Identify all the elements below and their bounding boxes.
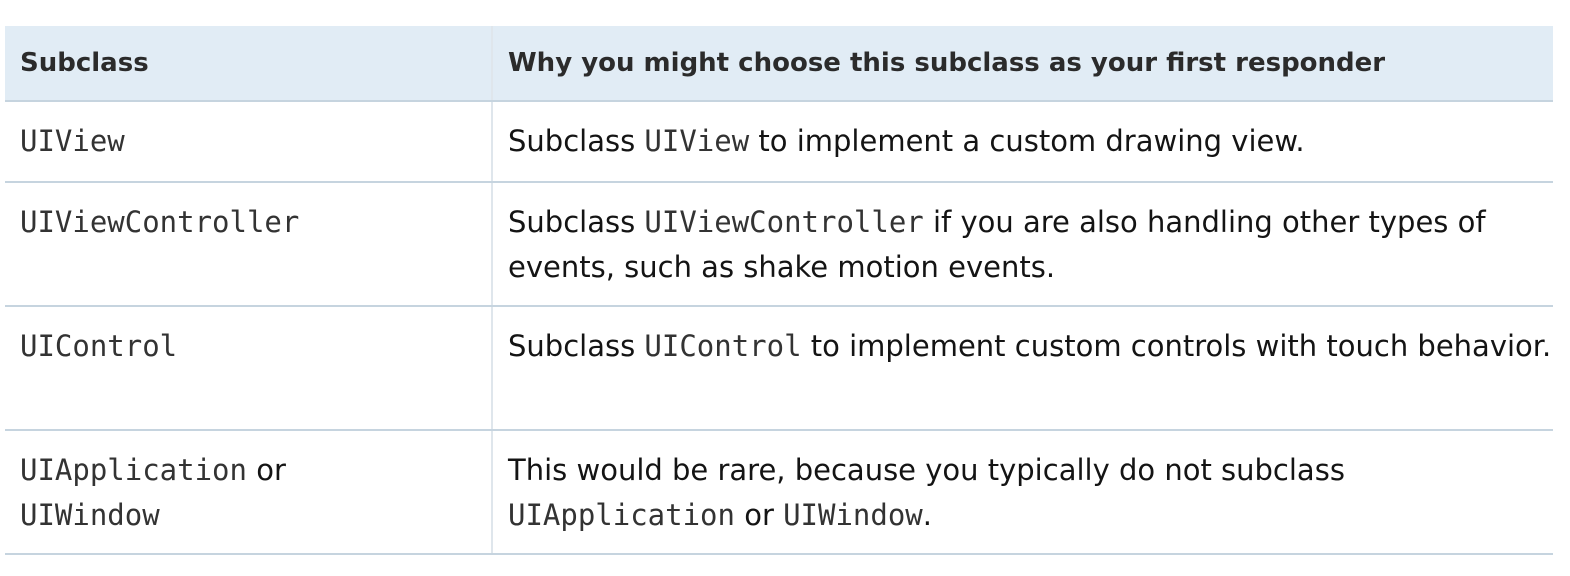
cell-subclass: UIViewController	[5, 182, 492, 307]
cell-why: Subclass UIControl to implement custom c…	[491, 306, 1553, 431]
why-text: .	[922, 498, 932, 532]
first-responder-subclass-table: Subclass Why you might choose this subcl…	[5, 26, 1553, 555]
code-subclass-name: UIViewController	[20, 205, 300, 239]
code-inline: UIView	[644, 124, 750, 158]
subclass-join-text: or	[246, 453, 286, 487]
code-inline: UIWindow	[783, 498, 923, 532]
cell-why: Subclass UIViewController if you are als…	[491, 182, 1553, 307]
header-subclass: Subclass	[5, 26, 492, 102]
code-inline: UIViewController	[644, 205, 924, 239]
cell-why: This would be rare, because you typicall…	[491, 430, 1553, 555]
cell-subclass: UIControl	[5, 306, 492, 431]
why-text: This would be rare, because you typicall…	[508, 453, 1345, 487]
code-subclass-name: UIControl	[20, 329, 178, 363]
code-subclass-name: UIApplication	[20, 453, 247, 487]
cell-subclass: UIApplication or UIWindow	[5, 430, 492, 555]
code-subclass-name: UIWindow	[20, 498, 160, 532]
why-text: Subclass	[508, 205, 645, 239]
table-row: UIApplication or UIWindow This would be r…	[5, 430, 1553, 555]
header-why: Why you might choose this subclass as yo…	[491, 26, 1553, 102]
code-subclass-name: UIView	[20, 124, 125, 158]
table-header-row: Subclass Why you might choose this subcl…	[5, 26, 1553, 102]
cell-why: Subclass UIView to implement a custom dr…	[491, 101, 1553, 183]
why-text: Subclass	[508, 329, 645, 363]
cell-subclass: UIView	[5, 101, 492, 183]
table-row: UIViewController Subclass UIViewControll…	[5, 182, 1553, 307]
table-row: UIControl Subclass UIControl to implemen…	[5, 306, 1553, 431]
code-inline: UIApplication	[508, 498, 735, 532]
table-row: UIView Subclass UIView to implement a cu…	[5, 101, 1553, 183]
why-text: to implement custom controls with touch …	[801, 329, 1552, 363]
code-inline: UIControl	[644, 329, 802, 363]
why-text: Subclass	[508, 124, 645, 158]
why-text: to implement a custom drawing view.	[749, 124, 1305, 158]
why-text: or	[734, 498, 784, 532]
